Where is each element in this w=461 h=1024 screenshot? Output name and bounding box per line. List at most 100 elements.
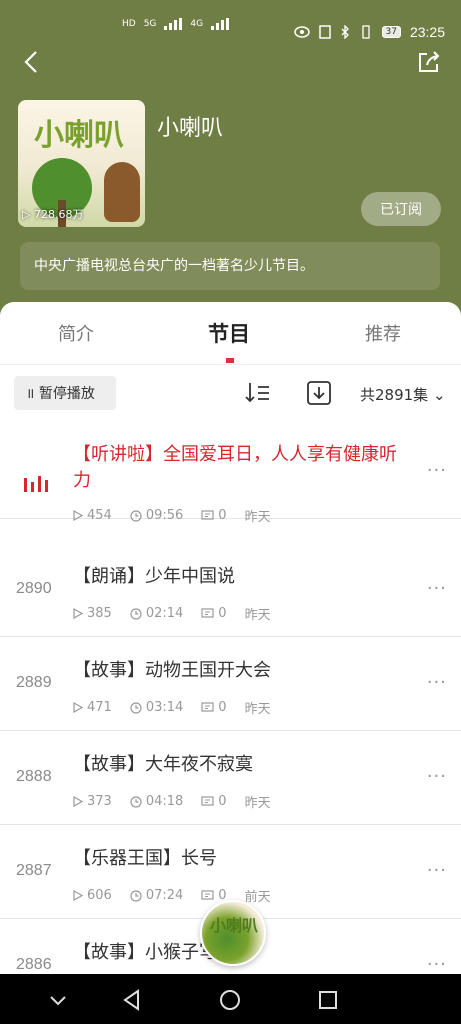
more-icon[interactable]: ···	[427, 672, 447, 693]
episode-title: 【朗诵】少年中国说	[73, 566, 235, 587]
play-icon	[73, 510, 83, 521]
cover-title: 小喇叭	[34, 118, 124, 153]
comment-item: 0	[201, 508, 227, 523]
episode-number: 2890	[16, 580, 52, 597]
podcast-header: HD 5G 4G 37 23:25 小喇叭 ▷ 728.68万 小喇叭 已订阅 …	[0, 0, 461, 330]
episode-meta: 454 09:56 0 昨天	[73, 506, 289, 525]
bluetooth-icon	[341, 25, 349, 39]
tab-indicator	[226, 358, 234, 363]
comment-item: 0	[201, 700, 227, 715]
pause-icon: ॥	[26, 386, 35, 402]
play-icon	[73, 702, 83, 713]
episode-meta: 373 04:18 0 昨天	[73, 792, 289, 811]
nfc-icon	[318, 25, 331, 39]
play-count-item: 471	[73, 700, 112, 715]
status-bar: HD 5G 4G 37 23:25	[0, 0, 461, 46]
play-count-item: 373	[73, 794, 112, 809]
clock-icon	[130, 701, 142, 714]
recents-icon[interactable]	[316, 988, 340, 1012]
comment-icon	[201, 701, 214, 712]
episode-row[interactable]: 2888 【故事】大年夜不寂寞 373 04:18 0 昨天 ···	[0, 730, 461, 825]
chevron-down-icon: ⌄	[432, 386, 446, 404]
episode-meta: 385 02:14 0 昨天	[73, 604, 289, 623]
comment-item: 0	[201, 794, 227, 809]
play-count-item: 385	[73, 606, 112, 621]
play-count-item: 606	[73, 888, 112, 903]
date-item: 昨天	[244, 796, 271, 811]
mini-player-cover[interactable]: 小喇叭	[200, 900, 266, 966]
play-icon	[73, 890, 83, 901]
comment-icon	[201, 509, 214, 520]
pause-label: 暂停播放	[38, 386, 95, 402]
hd-indicator: HD	[122, 18, 136, 29]
more-icon[interactable]: ···	[427, 860, 447, 881]
episode-count-dropdown[interactable]: 共2891集 ⌄	[360, 384, 446, 405]
play-count: 728.68万	[33, 208, 84, 221]
podcast-title: 小喇叭	[157, 116, 224, 141]
episode-count: 共2891集	[360, 386, 429, 404]
cover-bear	[104, 162, 140, 222]
episode-row[interactable]: 【听讲啦】全国爱耳日，人人享有健康听力 454 09:56 0 昨天 ···	[0, 424, 461, 525]
sort-icon[interactable]	[244, 379, 272, 407]
episode-title: 【听讲啦】全国爱耳日，人人享有健康听力	[73, 444, 397, 491]
episode-meta: 471 03:14 0 昨天	[73, 698, 289, 717]
duration-item: 04:18	[130, 794, 183, 809]
chevron-down-icon[interactable]	[46, 988, 70, 1012]
duration-item: 09:56	[130, 508, 183, 523]
episode-number: 2886	[16, 956, 52, 973]
clock-icon	[130, 509, 142, 522]
tab-recommend[interactable]: 推荐	[365, 320, 401, 346]
episode-number: 2887	[16, 862, 52, 879]
episode-title: 【乐器王国】长号	[73, 848, 217, 869]
date-item: 昨天	[244, 510, 271, 525]
download-icon[interactable]	[305, 379, 333, 407]
tab-episodes[interactable]: 节目	[208, 318, 250, 348]
clock-icon	[130, 795, 142, 808]
tab-intro[interactable]: 简介	[58, 320, 94, 346]
signal-icon	[211, 18, 230, 30]
episode-meta: 606 07:24 0 前天	[73, 886, 289, 905]
comment-icon	[201, 607, 214, 618]
duration-item: 03:14	[130, 700, 183, 715]
share-icon[interactable]	[415, 48, 443, 76]
episode-number: 2888	[16, 768, 52, 785]
comment-item: 0	[201, 606, 227, 621]
more-icon[interactable]: ···	[427, 954, 447, 975]
date-item: 昨天	[244, 702, 271, 717]
clock-icon	[130, 607, 142, 620]
eye-icon	[293, 26, 310, 38]
episode-row[interactable]: 2890 【朗诵】少年中国说 385 02:14 0 昨天 ···	[0, 542, 461, 637]
episode-title: 【故事】动物王国开大会	[73, 660, 271, 681]
vibrate-icon	[361, 25, 370, 39]
clock: 23:25	[409, 24, 445, 40]
episode-row[interactable]: 2889 【故事】动物王国开大会 471 03:14 0 昨天 ···	[0, 636, 461, 731]
cover-play-count: ▷ 728.68万	[22, 208, 84, 221]
date-item: 昨天	[244, 608, 271, 623]
date-item: 前天	[244, 890, 271, 905]
4g-indicator: 4G	[190, 18, 204, 29]
episode-toolbar: ॥ 暂停播放 共2891集 ⌄	[0, 364, 461, 424]
podcast-description[interactable]: 中央广播电视总台央广的一档著名少儿节目。	[20, 242, 440, 290]
more-icon[interactable]: ···	[427, 578, 447, 599]
signal-icon	[164, 18, 183, 30]
pause-button[interactable]: ॥ 暂停播放	[14, 376, 116, 410]
more-icon[interactable]: ···	[427, 766, 447, 787]
episode-number: 2889	[16, 674, 52, 691]
subscribe-button[interactable]: 已订阅	[361, 192, 441, 226]
duration-item: 02:14	[130, 606, 183, 621]
tab-bar: 简介 节目 推荐	[0, 302, 461, 365]
episode-title: 【故事】大年夜不寂寞	[73, 754, 253, 775]
5g-indicator: 5G	[143, 18, 157, 29]
duration-item: 07:24	[130, 888, 183, 903]
battery-indicator: 37	[381, 26, 401, 38]
comment-icon	[201, 889, 214, 900]
status-right: 37 23:25	[293, 24, 445, 40]
mini-player-title: 小喇叭	[210, 916, 259, 935]
more-icon[interactable]: ···	[427, 460, 447, 481]
home-icon[interactable]	[218, 988, 242, 1012]
podcast-cover: 小喇叭 ▷ 728.68万	[18, 100, 145, 227]
back-nav-icon[interactable]	[120, 988, 144, 1012]
play-icon	[73, 608, 83, 619]
back-icon[interactable]	[18, 48, 46, 76]
comment-icon	[201, 795, 214, 806]
